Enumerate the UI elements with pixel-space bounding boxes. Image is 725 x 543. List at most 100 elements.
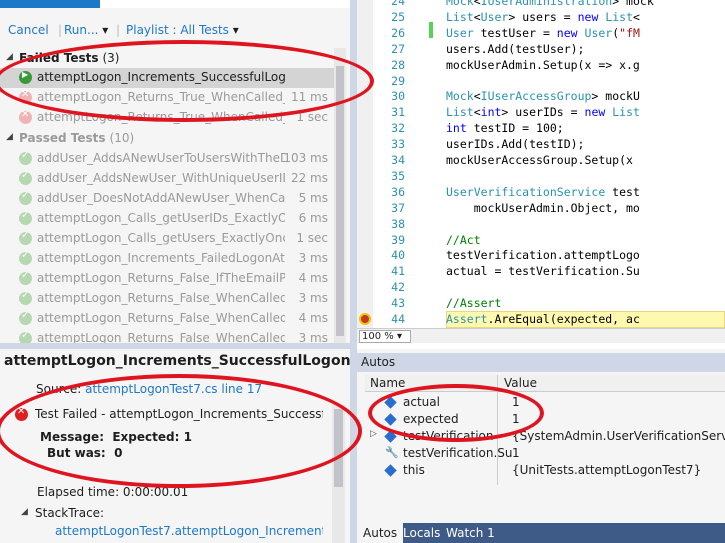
line-number: 25	[391, 9, 405, 24]
code-line[interactable]: 34 mockUserAccessGroup.Setup(x	[357, 153, 725, 169]
variable-value[interactable]: {SystemAdmin.UserVerificationService}	[512, 429, 725, 443]
debug-tab-bar: Autos Locals Watch 1	[357, 523, 725, 543]
code-line[interactable]: 41 actual = testVerification.Su	[357, 264, 725, 280]
run-label: Run...	[64, 23, 99, 37]
code-line[interactable]: 40 testVerification.attemptLogo	[357, 248, 725, 264]
code-editor[interactable]: 24 Mock<IUserAdministration> mock 25 List<U…	[357, 0, 725, 343]
field-icon	[384, 464, 397, 477]
code-text: Assert.AreEqual(expected, ac	[446, 312, 640, 326]
passed-icon	[19, 190, 32, 205]
annotation-circle	[0, 40, 374, 122]
run-dropdown[interactable]: Run... ▾	[64, 23, 108, 37]
test-row[interactable]: addUser_AddsNewUser_WithUniqueUserIDWh..…	[0, 169, 334, 189]
code-text: userIDs.Add(testID);	[446, 137, 585, 152]
zoom-select[interactable]: 100 % ▾	[359, 330, 411, 343]
column-header-value[interactable]: Value	[504, 376, 537, 390]
test-duration: 3 ms	[298, 331, 328, 343]
code-text: List<User> users = new List<	[446, 9, 640, 24]
passed-icon	[19, 210, 32, 225]
test-detail-title: attemptLogon_Increments_SuccessfulLogonA…	[4, 353, 350, 369]
line-number: 30	[391, 89, 405, 104]
code-text: mockUserAdmin.Setup(x => x.g	[446, 57, 640, 72]
test-row[interactable]: attemptLogon_Returns_False_WhenCalled_If…	[0, 289, 334, 309]
code-text: //Act	[446, 232, 481, 247]
test-row[interactable]: attemptLogon_Increments_FailedLogonAttem…	[0, 249, 334, 269]
line-number: 39	[391, 232, 405, 247]
scrollbar-thumb[interactable]	[336, 66, 344, 336]
test-name: addUser_AddsANewUserToUsersWithTheDet...	[37, 151, 285, 165]
code-line[interactable]: 43 //Assert	[357, 296, 725, 312]
tab-watch-1[interactable]: Watch 1	[440, 523, 501, 543]
variable-value[interactable]: {UnitTests.attemptLogonTest7}	[512, 463, 701, 477]
breakpoint-icon[interactable]	[359, 313, 371, 325]
code-line[interactable]: 28 mockUserAdmin.Setup(x => x.g	[357, 58, 725, 74]
autos-row[interactable]: this {UnitTests.attemptLogonTest7}	[365, 462, 725, 479]
variable-value[interactable]: 1	[512, 446, 520, 460]
collapse-triangle-icon: ◢	[6, 132, 13, 142]
code-text: testVerification.attemptLogo	[446, 248, 640, 263]
test-row[interactable]: addUser_DoesNotAddANewUser_WhenCalled_..…	[0, 189, 334, 209]
code-line[interactable]: 25 List<User> users = new List<	[357, 10, 725, 26]
autos-window: Autos Name Value actual 1 expected 1 ▷ t…	[357, 349, 725, 543]
test-duration: 1 sec	[296, 231, 328, 245]
code-line[interactable]: 30 Mock<IUserAccessGroup> mockU	[357, 89, 725, 105]
code-line[interactable]: 37 mockUserAdmin.Object, mo	[357, 201, 725, 217]
test-duration: 3 ms	[298, 291, 328, 305]
variable-name: this	[403, 463, 425, 477]
stacktrace-label: StackTrace:	[35, 506, 105, 520]
line-number: 41	[391, 264, 405, 279]
expand-arrow-icon[interactable]: ▷	[370, 429, 377, 439]
test-row[interactable]: attemptLogon_Calls_getUserIDs_ExactlyOnc…	[0, 209, 334, 229]
passed-icon	[19, 170, 32, 185]
code-line[interactable]: 44 Assert.AreEqual(expected, ac	[357, 312, 725, 328]
test-row[interactable]: attemptLogon_Returns_False_IfTheEmailPro…	[0, 269, 334, 289]
code-text: Mock<IUserAdministration> mock	[446, 0, 654, 8]
test-row[interactable]: attemptLogon_Calls_getUsers_ExactlyOnce_…	[0, 229, 334, 249]
passed-icon	[19, 310, 32, 325]
annotation-circle	[0, 374, 362, 488]
test-name: attemptLogon_Returns_False_WhenCalled_If…	[37, 291, 285, 305]
chevron-down-icon: ▾	[232, 23, 239, 37]
code-line[interactable]: 27 users.Add(testUser);	[357, 42, 725, 58]
test-row[interactable]: attemptLogon_Returns_False_WhenCalled_Wi…	[0, 329, 334, 343]
passed-tests-group[interactable]: ◢ Passed Tests (10)	[0, 129, 340, 149]
chevron-down-icon: ▾	[102, 23, 109, 37]
test-duration: 4 ms	[298, 271, 328, 285]
line-number: 27	[391, 41, 405, 56]
tab-locals[interactable]: Locals	[397, 523, 446, 543]
autos-row[interactable]: 🔧 testVerification.Su 1	[365, 445, 725, 462]
code-line[interactable]: 31 List<int> userIDs = new List	[357, 105, 725, 121]
test-row[interactable]: attemptLogon_Returns_False_WhenCalled_Wi…	[0, 309, 334, 329]
passed-icon	[19, 150, 32, 165]
test-row[interactable]: addUser_AddsANewUserToUsersWithTheDet...…	[0, 149, 334, 169]
code-text: int testID = 100;	[446, 121, 564, 136]
collapse-triangle-icon[interactable]: ◢	[21, 507, 28, 517]
code-line[interactable]: 24 Mock<IUserAdministration> mock	[357, 0, 725, 10]
code-line[interactable]: 39 //Act	[357, 233, 725, 249]
passed-icon	[19, 230, 32, 245]
passed-icon	[19, 330, 32, 343]
line-number: 35	[391, 168, 405, 183]
collapse-triangle-icon: ◢	[6, 52, 13, 62]
line-number: 44	[391, 312, 405, 326]
code-line[interactable]: 32 int testID = 100;	[357, 121, 725, 137]
line-number: 26	[391, 25, 405, 40]
test-duration: 3 ms	[298, 251, 328, 265]
code-line[interactable]: 29	[357, 74, 725, 90]
code-text: Mock<IUserAccessGroup> mockU	[446, 89, 640, 104]
stacktrace-link[interactable]: attemptLogonTest7.attemptLogon_Increment…	[55, 524, 323, 538]
cancel-link[interactable]: Cancel	[8, 23, 49, 37]
code-line[interactable]: 42	[357, 280, 725, 296]
code-line[interactable]: 36 UserVerificationService test	[357, 185, 725, 201]
test-name: attemptLogon_Returns_False_WhenCalled_Wi…	[37, 331, 285, 343]
test-name: attemptLogon_Returns_False_WhenCalled_Wi…	[37, 311, 285, 325]
column-header-name[interactable]: Name	[370, 376, 405, 390]
annotation-circle	[368, 384, 544, 442]
code-text: //Assert	[446, 296, 502, 311]
code-line[interactable]: 33 userIDs.Add(testID);	[357, 137, 725, 153]
line-number: 28	[391, 57, 405, 72]
code-line[interactable]: 35	[357, 169, 725, 185]
playlist-dropdown[interactable]: Playlist : All Tests ▾	[126, 23, 239, 37]
code-line[interactable]: 26 User testUser = new User("fM	[357, 26, 725, 42]
code-line[interactable]: 38	[357, 217, 725, 233]
